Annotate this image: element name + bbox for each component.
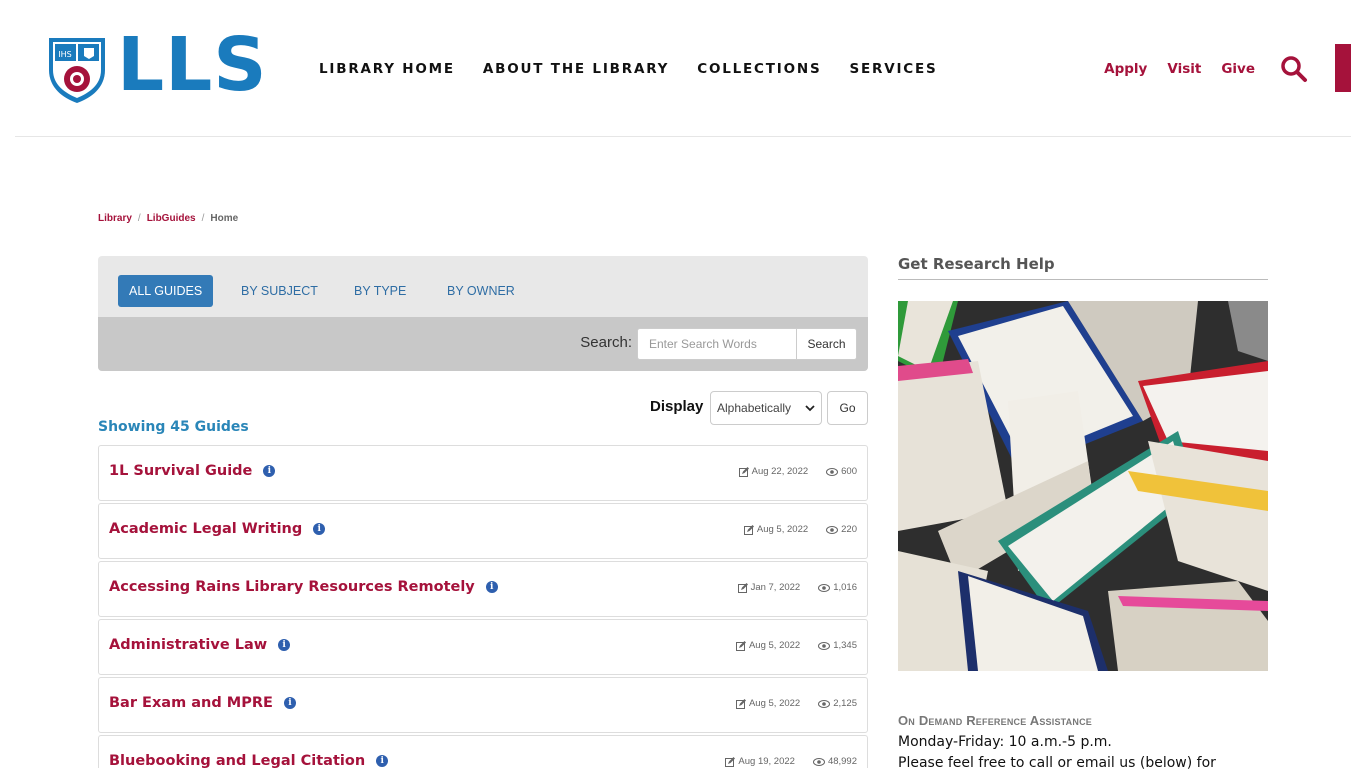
edit-icon [743,524,754,535]
guide-row: Bluebooking and Legal Citation i Aug 19, … [98,735,868,769]
guide-updated-date: Jan 7, 2022 [750,582,801,593]
nav-about-the-library[interactable]: ABOUT THE LIBRARY [483,61,669,77]
guide-meta: Aug 22, 2022 600 [738,466,857,477]
guide-row: Accessing Rains Library Resources Remote… [98,561,868,617]
tab-all-guides[interactable]: ALL GUIDES [118,275,214,307]
guide-updated-date: Aug 19, 2022 [738,756,795,767]
guide-title: Administrative Law [109,637,268,653]
visit-link[interactable]: Visit [1167,61,1201,77]
guide-updated-date: Aug 22, 2022 [751,466,809,477]
guide-title-link[interactable]: 1L Survival Guide i [109,463,276,479]
apply-link[interactable]: Apply [1104,61,1147,77]
guide-filter-box: ALL GUIDES BY SUBJECT BY TYPE BY OWNER S… [98,256,868,371]
eye-icon [818,583,831,592]
guide-count: Showing 45 Guides [98,419,249,435]
breadcrumb-separator: / [137,213,141,224]
info-icon[interactable]: i [263,465,276,477]
tab-by-subject[interactable]: BY SUBJECT [230,275,329,307]
guide-title: Academic Legal Writing [109,521,303,537]
nav-collections[interactable]: COLLECTIONS [697,61,821,77]
display-go-button[interactable]: Go [827,391,868,425]
guide-view-count: 1,345 [833,640,857,651]
main-nav: LIBRARY HOME ABOUT THE LIBRARY COLLECTIO… [319,61,938,77]
edit-icon [735,698,746,709]
display-label: Display [650,398,704,415]
guide-title-link[interactable]: Administrative Law i [109,637,291,653]
eye-icon [818,699,831,708]
guide-updated-date: Aug 5, 2022 [756,524,809,535]
chevron-down-icon [805,405,815,412]
books-illustration [898,301,1268,671]
eye-icon [818,641,831,650]
nav-library-home[interactable]: LIBRARY HOME [319,61,455,77]
reference-note: Please feel free to call or email us (be… [898,755,1216,771]
info-icon[interactable]: i [376,755,389,767]
utility-nav: Apply Visit Give [1104,61,1255,77]
logo-wordmark: LLS [117,22,268,108]
tab-by-type[interactable]: BY TYPE [343,275,417,307]
guide-view-count: 1,016 [833,582,857,593]
guide-title: 1L Survival Guide [109,463,253,479]
search-icon[interactable] [1280,55,1308,83]
site-header: IHS LLS LIBRARY HOME ABOUT THE LIBRARY C… [15,0,1351,137]
guide-title-link[interactable]: Academic Legal Writing i [109,521,326,537]
guide-title: Bar Exam and MPRE [109,695,273,711]
guide-title: Bluebooking and Legal Citation [109,753,366,769]
info-icon[interactable]: i [313,523,326,535]
guide-meta: Aug 5, 2022 1,345 [735,640,857,651]
guide-meta: Aug 5, 2022 220 [743,524,857,535]
info-icon[interactable]: i [485,581,498,593]
display-sort-select[interactable]: Alphabetically [710,391,822,425]
reference-hours: Monday-Friday: 10 a.m.-5 p.m. [898,734,1112,750]
breadcrumb-library[interactable]: Library [98,213,132,224]
guide-view-count: 220 [841,524,857,535]
books-image [898,301,1268,671]
guide-updated-date: Aug 5, 2022 [748,698,801,709]
give-link[interactable]: Give [1221,61,1255,77]
guide-tabs: ALL GUIDES BY SUBJECT BY TYPE BY OWNER [98,256,868,317]
guide-title-link[interactable]: Bluebooking and Legal Citation i [109,753,389,769]
edit-icon [735,640,746,651]
edit-icon [737,582,748,593]
edit-icon [738,466,749,477]
search-row: Search: Search [98,317,868,371]
research-help-title: Get Research Help [898,255,1268,280]
eye-icon [812,757,825,766]
menu-toggle-button[interactable] [1335,44,1351,92]
breadcrumb-home: Home [210,213,239,224]
guide-row: Bar Exam and MPRE i Aug 5, 2022 2,125 [98,677,868,733]
breadcrumb: Library / LibGuides / Home [98,213,238,224]
info-icon[interactable]: i [283,697,296,709]
guide-row: Administrative Law i Aug 5, 2022 1,345 [98,619,868,675]
display-selected-value: Alphabetically [717,401,792,415]
guide-meta: Jan 7, 2022 1,016 [737,582,857,593]
guide-meta: Aug 5, 2022 2,125 [735,698,857,709]
breadcrumb-libguides[interactable]: LibGuides [147,213,196,224]
shield-crest-icon: IHS [49,38,105,103]
site-logo[interactable]: IHS LLS [47,22,268,108]
guide-view-count: 2,125 [833,698,857,709]
guide-row: 1L Survival Guide i Aug 22, 2022 600 [98,445,868,501]
search-label: Search: [580,334,632,351]
reference-assistance-title: On Demand Reference Assistance [898,713,1092,728]
guide-title-link[interactable]: Bar Exam and MPRE i [109,695,296,711]
guide-row: Academic Legal Writing i Aug 5, 2022 220 [98,503,868,559]
breadcrumb-separator: / [201,213,205,224]
search-button[interactable]: Search [796,328,857,360]
edit-icon [725,756,736,767]
eye-icon [826,525,839,534]
guide-title: Accessing Rains Library Resources Remote… [109,579,475,595]
guide-meta: Aug 19, 2022 48,992 [725,756,857,767]
tab-by-owner[interactable]: BY OWNER [436,275,526,307]
guide-view-count: 600 [841,466,857,477]
eye-icon [826,467,839,476]
svg-text:IHS: IHS [58,50,71,59]
guide-view-count: 48,992 [827,756,857,767]
guide-title-link[interactable]: Accessing Rains Library Resources Remote… [109,579,498,595]
search-input[interactable] [637,328,797,360]
info-icon[interactable]: i [278,639,291,651]
nav-services[interactable]: SERVICES [849,61,937,77]
guide-updated-date: Aug 5, 2022 [748,640,801,651]
